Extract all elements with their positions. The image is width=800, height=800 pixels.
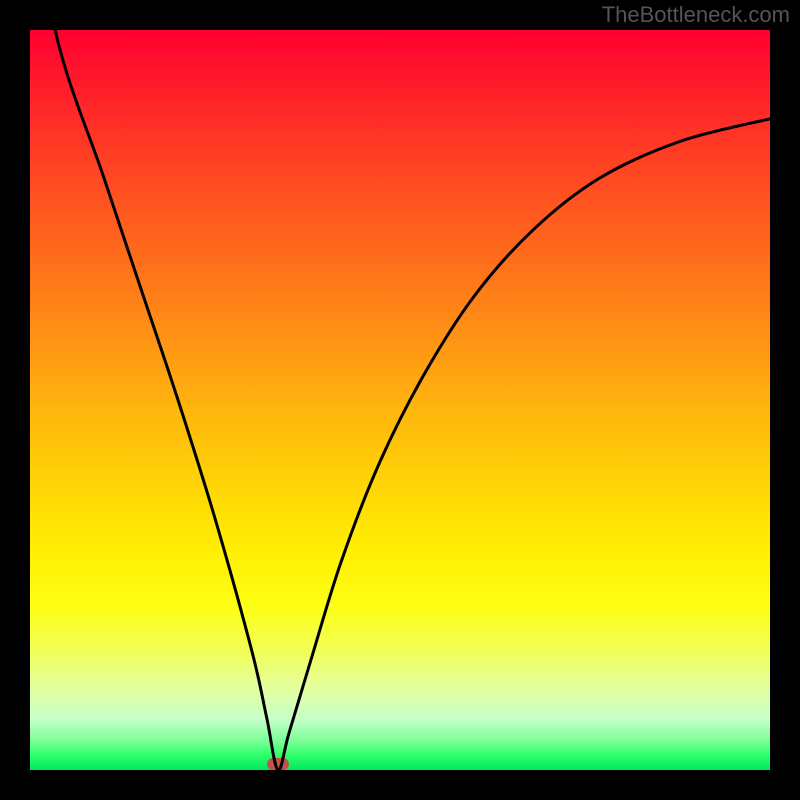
attribution-text: TheBottleneck.com: [602, 2, 790, 28]
curve-path: [30, 30, 770, 770]
bottleneck-curve: [30, 30, 770, 770]
plot-area: [30, 30, 770, 770]
